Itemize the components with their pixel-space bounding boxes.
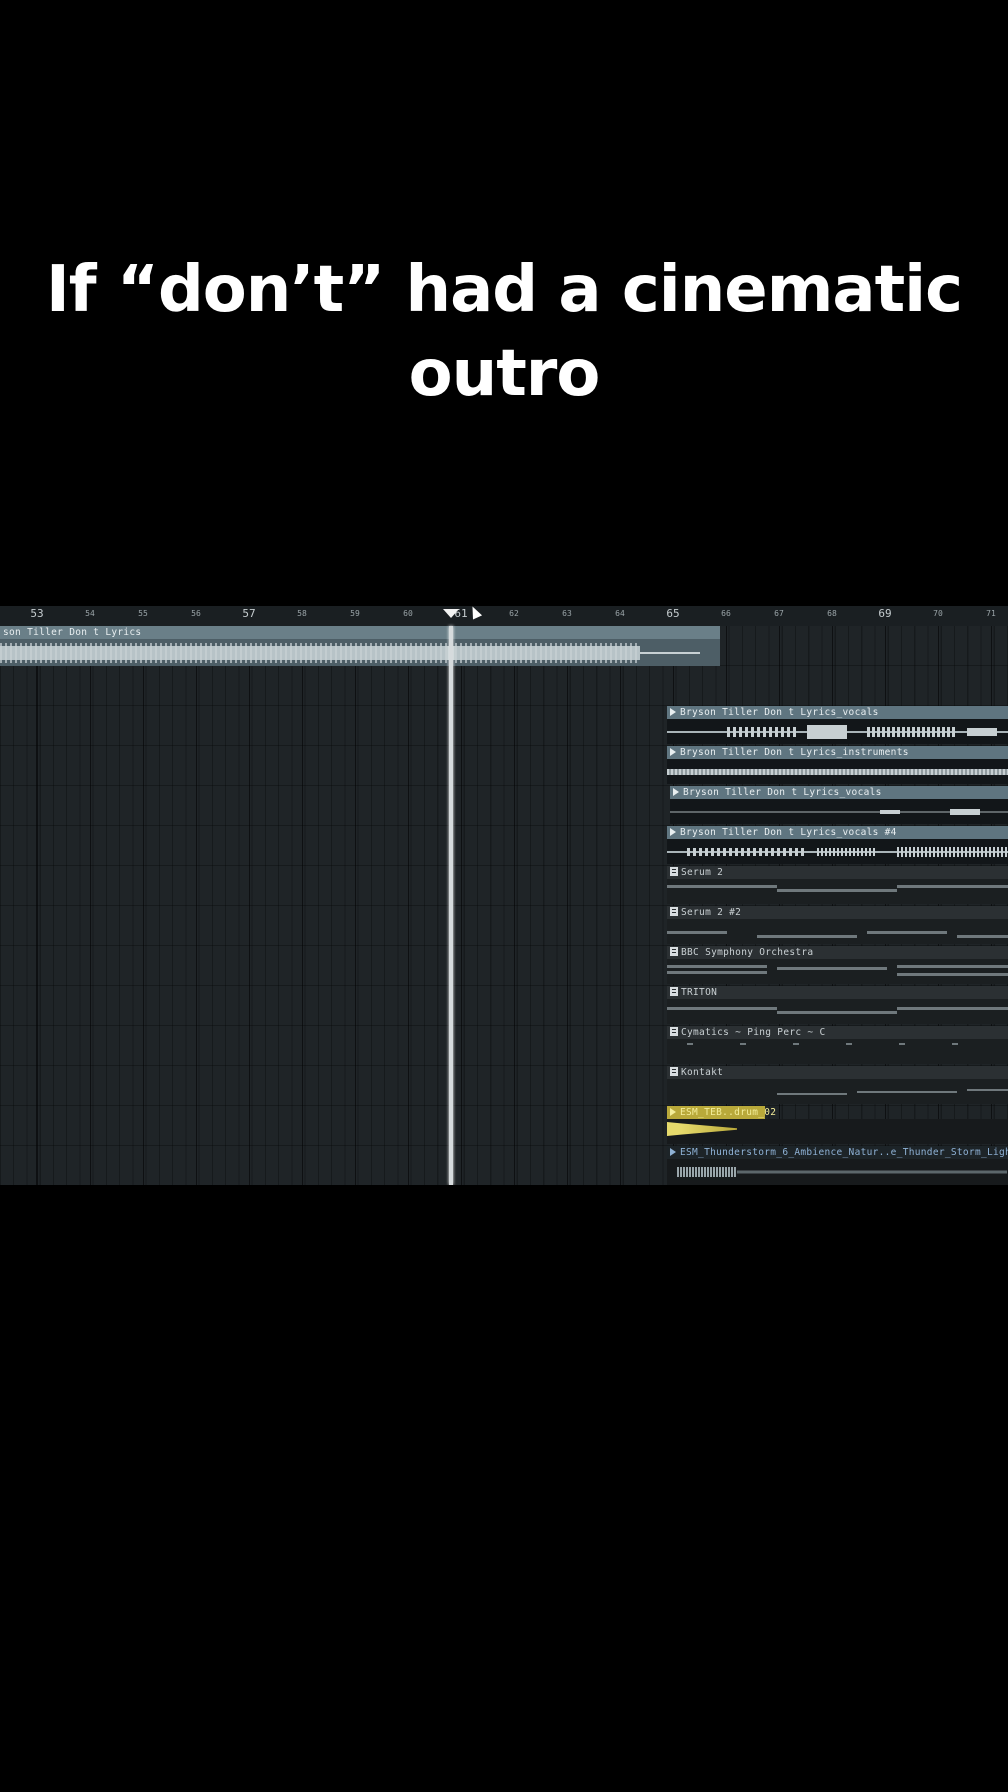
waveform [667, 839, 1008, 864]
timeline-ruler[interactable]: 53 54 55 56 57 58 59 60 61 62 63 64 65 6… [0, 606, 1008, 627]
clip-label: ESM_TEB..drum_02 [680, 1107, 777, 1118]
clip-label: Serum 2 [681, 867, 724, 878]
play-arrow-icon [673, 788, 679, 796]
bar-label: 59 [350, 609, 360, 618]
bar-label: 69 [878, 607, 892, 620]
bar-label: 53 [30, 607, 44, 620]
bar-label: 55 [138, 609, 148, 618]
play-arrow-icon [670, 1108, 676, 1116]
mouse-cursor-icon [467, 606, 483, 620]
pattern-notes [667, 879, 1008, 904]
pattern-notes [667, 1039, 1008, 1064]
bar-label: 71 [986, 609, 996, 618]
clip-instruments[interactable]: Bryson Tiller Don t Lyrics_instruments [667, 746, 1008, 784]
bar-label: 67 [774, 609, 784, 618]
waveform [667, 1159, 1008, 1185]
bar-label: 66 [721, 609, 731, 618]
clip-label: Serum 2 #2 [681, 907, 742, 918]
plugin-icon [670, 907, 678, 916]
bar-label: 62 [509, 609, 519, 618]
clip-serum-2-2[interactable]: Serum 2 #2 [667, 906, 1008, 944]
bar-label: 70 [933, 609, 943, 618]
clip-label: Bryson Tiller Don t Lyrics_vocals #4 [680, 827, 897, 838]
play-arrow-icon [670, 828, 676, 836]
play-arrow-icon [670, 708, 676, 716]
clip-bbc-symphony[interactable]: BBC Symphony Orchestra [667, 946, 1008, 984]
play-arrow-icon [670, 1148, 676, 1156]
clip-label: Cymatics ~ Ping Perc ~ C [681, 1027, 826, 1038]
clip-label: Bryson Tiller Don t Lyrics_instruments [680, 747, 909, 758]
playhead-marker-icon[interactable] [443, 609, 459, 618]
clip-drum[interactable]: ESM_TEB..drum_02 [667, 1106, 1008, 1144]
playhead-line [449, 626, 453, 1185]
clip-main-audio[interactable]: son Tiller Don t Lyrics [0, 626, 720, 666]
bar-label: 58 [297, 609, 307, 618]
caption-line-2: outro [408, 337, 601, 411]
bar-label: 64 [615, 609, 625, 618]
plugin-icon [670, 867, 678, 876]
bar-label: 54 [85, 609, 95, 618]
bar-label: 60 [403, 609, 413, 618]
waveform [0, 639, 720, 666]
clip-label: TRITON [681, 987, 718, 998]
pattern-notes [667, 999, 1008, 1024]
clip-thunderstorm[interactable]: ESM_Thunderstorm_6_Ambience_Natur..e_Thu… [667, 1146, 1008, 1185]
waveform [670, 799, 1008, 824]
pattern-notes [667, 959, 1008, 984]
clip-vocals-4[interactable]: Bryson Tiller Don t Lyrics_vocals #4 [667, 826, 1008, 864]
bar-label: 68 [827, 609, 837, 618]
clip-cymatics[interactable]: Cymatics ~ Ping Perc ~ C [667, 1026, 1008, 1064]
pattern-notes [667, 919, 1008, 944]
play-arrow-icon [670, 748, 676, 756]
clip-label: son Tiller Don t Lyrics [0, 626, 720, 639]
clip-label: BBC Symphony Orchestra [681, 947, 814, 958]
bar-label: 56 [191, 609, 201, 618]
plugin-icon [670, 987, 678, 996]
waveform [667, 759, 1008, 784]
playlist-window: 53 54 55 56 57 58 59 60 61 62 63 64 65 6… [0, 606, 1008, 1185]
video-caption: If “don’t” had a cinematic outro [0, 248, 1008, 416]
plugin-icon [670, 947, 678, 956]
clip-label: ESM_Thunderstorm_6_Ambience_Natur..e_Thu… [680, 1147, 1008, 1158]
clip-vocals[interactable]: Bryson Tiller Don t Lyrics_vocals [667, 706, 1008, 744]
clip-label: Kontakt [681, 1067, 724, 1078]
bar-label: 63 [562, 609, 572, 618]
clip-label: Bryson Tiller Don t Lyrics_vocals [683, 787, 882, 798]
waveform [667, 719, 1008, 744]
plugin-icon [670, 1027, 678, 1036]
caption-line-1: If “don’t” had a cinematic [45, 253, 963, 327]
waveform [667, 1119, 1008, 1144]
pattern-notes [667, 1079, 1008, 1104]
plugin-icon [670, 1067, 678, 1076]
bar-label: 65 [666, 607, 680, 620]
clip-label: Bryson Tiller Don t Lyrics_vocals [680, 707, 879, 718]
clip-kontakt[interactable]: Kontakt [667, 1066, 1008, 1104]
clip-triton[interactable]: TRITON [667, 986, 1008, 1024]
clip-vocals-b[interactable]: Bryson Tiller Don t Lyrics_vocals [670, 786, 1008, 824]
bar-label: 57 [242, 607, 256, 620]
clip-serum-2[interactable]: Serum 2 [667, 866, 1008, 904]
